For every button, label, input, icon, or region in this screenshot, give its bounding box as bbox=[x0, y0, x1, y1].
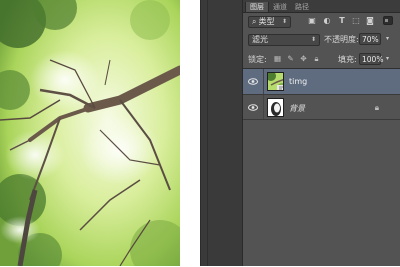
opacity-input[interactable]: 70% bbox=[359, 33, 381, 45]
blend-mode-select[interactable]: 滤光 ⬍ bbox=[248, 33, 320, 46]
opacity-label: 不透明度: bbox=[324, 35, 359, 44]
fill-dropdown-icon[interactable]: ▾ bbox=[386, 55, 392, 62]
fill-label: 填充: bbox=[338, 55, 357, 64]
filter-kind-label: 类型 bbox=[258, 16, 275, 26]
layer-filter-bar: ⌕ 类型 ⬍ ▣ ◐ T ⬚ ◙ bbox=[243, 13, 400, 30]
layer-lock-icon: 🔒︎ bbox=[374, 103, 379, 112]
visibility-eye-icon[interactable] bbox=[248, 103, 258, 112]
layer-row-background[interactable]: 背景 🔒︎ bbox=[243, 95, 400, 120]
lock-all-icon[interactable]: 🔒︎ bbox=[312, 54, 321, 63]
type-filter-icon[interactable]: T bbox=[337, 16, 347, 26]
filter-toggle-switch[interactable] bbox=[383, 16, 393, 25]
panel-dock-gutter bbox=[200, 0, 242, 266]
lock-label: 锁定: bbox=[248, 55, 267, 64]
layer-row-timg[interactable]: timg bbox=[243, 69, 400, 95]
smart-object-filter-icon[interactable]: ◙ bbox=[365, 16, 375, 26]
lock-transparent-icon[interactable]: ▦ bbox=[273, 54, 282, 63]
opacity-dropdown-icon[interactable]: ▾ bbox=[386, 35, 392, 42]
layer-thumbnail-background bbox=[267, 98, 284, 117]
image-filter-icon[interactable]: ▣ bbox=[307, 16, 317, 26]
lock-fill-bar: 锁定: ▦ ✎ ✥ 🔒︎ 填充: 100% ▾ bbox=[243, 50, 400, 67]
search-icon: ⌕ bbox=[252, 16, 257, 26]
chevron-down-icon: ⬍ bbox=[310, 35, 316, 43]
tab-layers[interactable]: 图层 bbox=[245, 2, 269, 12]
blend-mode-value: 滤光 bbox=[252, 34, 268, 44]
layer-row-divider bbox=[263, 69, 264, 94]
shape-filter-icon[interactable]: ⬚ bbox=[351, 16, 361, 26]
layer-row-divider bbox=[263, 95, 264, 119]
chevron-down-icon: ⬍ bbox=[281, 17, 287, 25]
canvas-photo[interactable] bbox=[0, 0, 180, 266]
forest-canopy-photo bbox=[0, 0, 180, 266]
lock-position-icon[interactable]: ✥ bbox=[299, 54, 308, 63]
lock-image-icon[interactable]: ✎ bbox=[286, 54, 295, 63]
tab-paths[interactable]: 路径 bbox=[291, 2, 313, 12]
layer-name: 背景 bbox=[289, 104, 305, 113]
layers-panel: 图层 通道 路径 ⌕ 类型 ⬍ ▣ ◐ T ⬚ ◙ 滤光 ⬍ 不透明度: 70% … bbox=[242, 0, 400, 266]
blend-opacity-bar: 滤光 ⬍ 不透明度: 70% ▾ bbox=[243, 31, 400, 48]
layers-list: timg 背景 🔒︎ bbox=[243, 68, 400, 267]
adjustment-filter-icon[interactable]: ◐ bbox=[322, 16, 332, 26]
panel-tabs: 图层 通道 路径 bbox=[243, 0, 400, 13]
layer-thumbnail-timg bbox=[267, 72, 284, 91]
tab-channels[interactable]: 通道 bbox=[269, 2, 291, 12]
fill-input[interactable]: 100% bbox=[359, 53, 383, 65]
canvas-pasteboard bbox=[180, 0, 200, 266]
visibility-eye-icon[interactable] bbox=[248, 77, 258, 86]
layer-name: timg bbox=[289, 77, 308, 86]
dock-divider bbox=[207, 0, 208, 266]
filter-kind-select[interactable]: ⌕ 类型 ⬍ bbox=[248, 15, 291, 28]
document-canvas[interactable] bbox=[0, 0, 200, 266]
